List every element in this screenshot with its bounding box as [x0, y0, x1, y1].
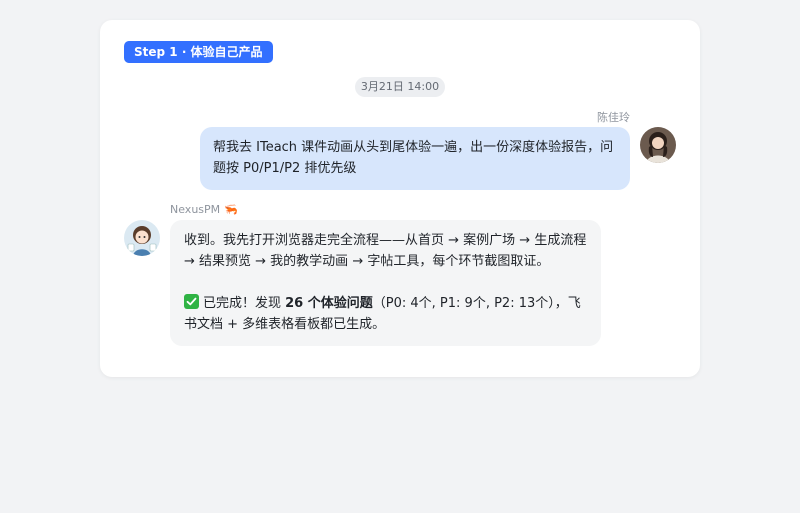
bot-avatar[interactable]: [124, 220, 160, 256]
bot-message-paragraph: 收到。我先打开浏览器走完全流程——从首页 → 案例广场 → 生成流程 → 结果预…: [184, 233, 587, 269]
bot-message-bubble: 收到。我先打开浏览器走完全流程——从首页 → 案例广场 → 生成流程 → 结果预…: [170, 220, 601, 346]
chat-card: Step 1 · 体验自己产品 3月21日 14:00 陈佳玲 帮我去 ITea…: [100, 20, 700, 377]
user-avatar[interactable]: [640, 127, 676, 163]
bot-sender-name: NexusPM 🦐: [170, 203, 238, 216]
user-message-bubble: 帮我去 ITeach 课件动画从头到尾体验一遍，出一份深度体验报告，问题按 P0…: [200, 127, 630, 190]
shrimp-icon: 🦐: [224, 203, 238, 216]
user-avatar-icon: [640, 127, 676, 163]
check-mark-icon: [184, 294, 199, 309]
bot-avatar-icon: [124, 220, 160, 256]
message-timestamp: 3月21日 14:00: [355, 77, 445, 97]
step-badge: Step 1 · 体验自己产品: [124, 41, 273, 63]
bot-message-paragraph: 已完成！发现 26 个体验问题（P0: 4个, P1: 9个, P2: 13个）…: [184, 294, 581, 332]
issue-count: 26 个体验问题: [285, 296, 373, 311]
user-message-text: 帮我去 ITeach 课件动画从头到尾体验一遍，出一份深度体验报告，问题按 P0…: [213, 140, 614, 176]
user-sender-name: 陈佳玲: [597, 111, 630, 124]
